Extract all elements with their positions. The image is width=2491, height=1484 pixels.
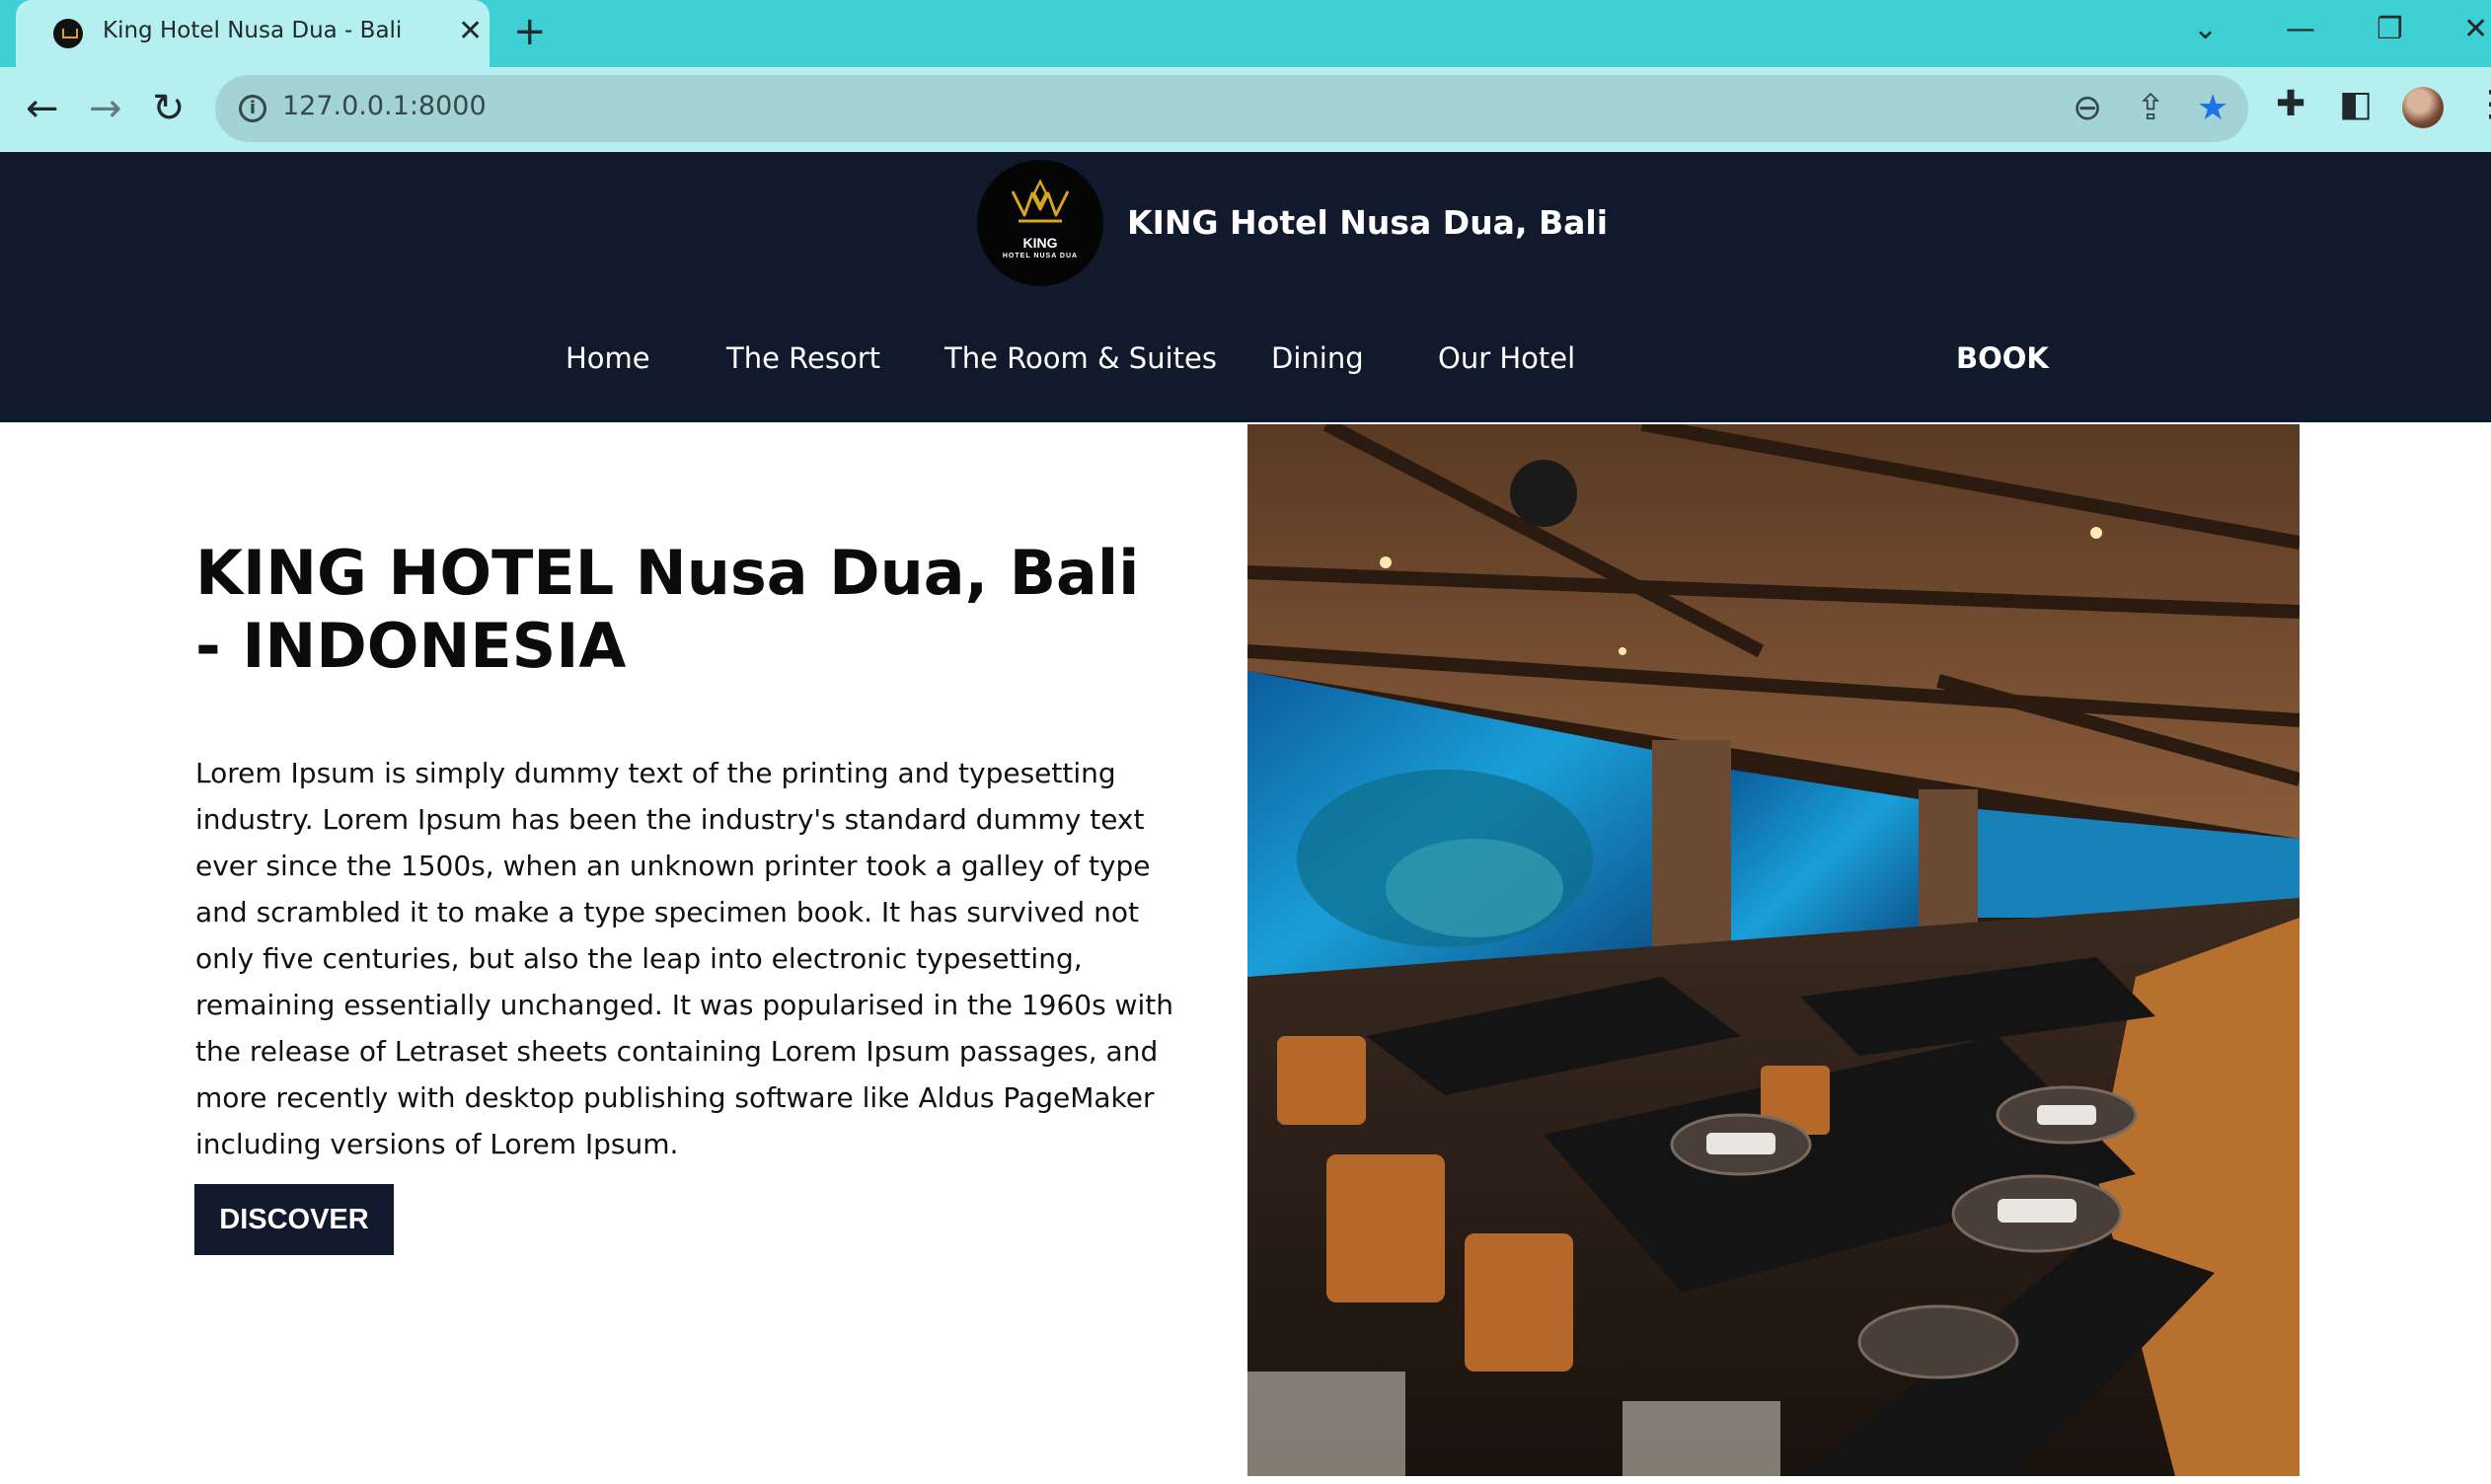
restore-icon[interactable]: ❐ [2377, 12, 2403, 47]
reload-icon[interactable]: ↻ [152, 87, 186, 130]
site-header: KING HOTEL NUSA DUA KING Hotel Nusa Dua,… [0, 152, 2491, 422]
side-panel-icon[interactable]: ◧ [2339, 83, 2373, 126]
zoom-out-icon[interactable]: ⊖ [2073, 87, 2102, 130]
url-text[interactable]: 127.0.0.1:8000 [282, 91, 487, 121]
close-window-icon[interactable]: ✕ [2463, 12, 2488, 47]
logo-text: KING [1022, 235, 1058, 251]
browser-tabstrip: King Hotel Nusa Dua - Bali ✕ + ⌄ — ❐ ✕ [0, 0, 2491, 67]
hero-description: Lorem Ipsum is simply dummy text of the … [195, 757, 1173, 1160]
discover-button[interactable]: DISCOVER [194, 1184, 394, 1255]
new-tab-icon[interactable]: + [513, 12, 547, 51]
extensions-icon[interactable]: ✚ [2276, 83, 2305, 126]
brand-title: KING Hotel Nusa Dua, Bali [1127, 203, 1609, 242]
hotel-logo[interactable]: KING HOTEL NUSA DUA [977, 160, 1103, 286]
minimize-icon[interactable]: — [2286, 12, 2315, 47]
nav-dining[interactable]: Dining [1271, 341, 1364, 375]
hero-title: KING HOTEL Nusa Dua, Bali - INDONESIA [195, 537, 1140, 682]
tab-title: King Hotel Nusa Dua - Bali [103, 18, 403, 43]
nav-the-resort[interactable]: The Resort [726, 341, 880, 375]
crown-icon [1011, 179, 1070, 223]
restaurant-illustration [1247, 424, 2300, 1476]
info-icon[interactable]: i [239, 95, 266, 122]
nav-rooms-suites[interactable]: The Room & Suites [944, 341, 1217, 375]
logo-subtext: HOTEL NUSA DUA [1002, 253, 1079, 260]
bookmark-star-icon[interactable]: ★ [2197, 87, 2228, 130]
browser-tab[interactable]: King Hotel Nusa Dua - Bali ✕ [16, 0, 490, 67]
profile-avatar[interactable] [2402, 87, 2444, 128]
nav-home[interactable]: Home [566, 341, 650, 375]
share-icon[interactable]: ⇪ [2136, 87, 2165, 130]
browser-toolbar: ← → ↻ i 127.0.0.1:8000 ⊖ ⇪ ★ ✚ ◧ ⋮ [0, 67, 2491, 152]
forward-icon[interactable]: → [89, 87, 122, 130]
back-icon[interactable]: ← [26, 87, 59, 130]
menu-icon[interactable]: ⋮ [2473, 83, 2491, 126]
book-button[interactable]: BOOK [1956, 341, 2049, 375]
address-bar[interactable]: i 127.0.0.1:8000 ⊖ ⇪ ★ [215, 75, 2248, 142]
nav-our-hotel[interactable]: Our Hotel [1438, 341, 1575, 375]
crown-favicon-icon [53, 19, 83, 48]
close-tab-icon[interactable]: ✕ [458, 14, 483, 49]
restaurant-aquarium-photo [1247, 424, 2300, 1476]
tab-search-icon[interactable]: ⌄ [2193, 12, 2218, 47]
